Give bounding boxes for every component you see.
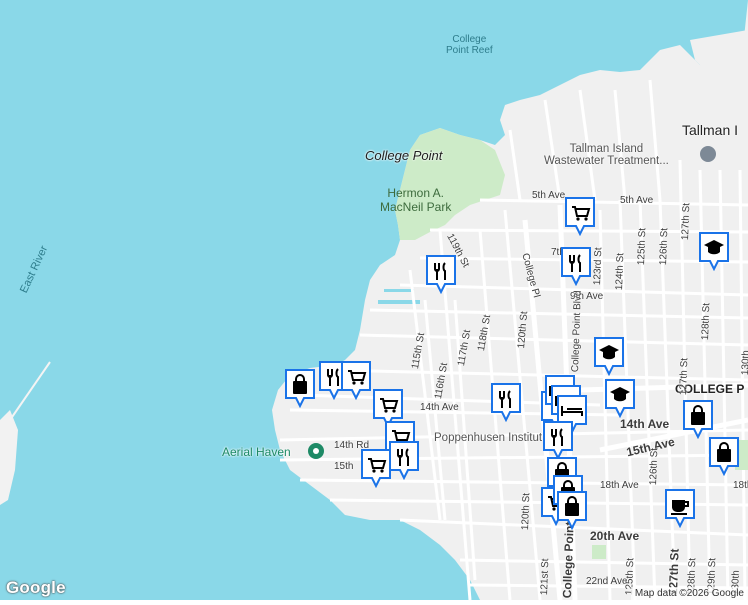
map-marker-school-icon[interactable] bbox=[593, 336, 625, 376]
street-label: 20th Ave bbox=[590, 529, 640, 543]
poppenhusen-label: Poppenhusen Institut bbox=[434, 432, 543, 444]
aerial-haven-label: Aerial Haven bbox=[222, 445, 291, 459]
street-label: College Point bbox=[560, 521, 577, 599]
wastewater-poi-icon[interactable] bbox=[700, 146, 716, 162]
cart-icon bbox=[361, 449, 391, 488]
school-icon bbox=[605, 379, 635, 418]
street-label: 5th Ave bbox=[620, 195, 654, 206]
map-marker-restaurant-icon[interactable] bbox=[490, 382, 522, 422]
school-icon bbox=[594, 337, 624, 376]
street-label: 125th St bbox=[636, 227, 649, 266]
restaurant-icon bbox=[426, 255, 456, 294]
map-marker-school-icon[interactable] bbox=[698, 231, 730, 271]
map-canvas[interactable] bbox=[0, 0, 748, 601]
coffee-icon bbox=[665, 489, 695, 528]
street-label: 124th St bbox=[614, 252, 627, 291]
college-point-label: College Point bbox=[365, 148, 443, 163]
map-marker-restaurant-icon[interactable] bbox=[388, 440, 420, 480]
map-marker-cart-icon[interactable] bbox=[360, 448, 392, 488]
google-logo[interactable]: Google bbox=[6, 578, 66, 598]
map-marker-bag-icon[interactable] bbox=[284, 368, 316, 408]
map-marker-restaurant-icon[interactable] bbox=[560, 246, 592, 286]
bag-icon bbox=[709, 437, 739, 476]
wastewater-label: Tallman Island Wastewater Treatment... bbox=[544, 143, 669, 167]
street-label: 22nd Ave bbox=[586, 576, 628, 587]
map-marker-coffee-icon[interactable] bbox=[664, 488, 696, 528]
inlet bbox=[384, 289, 414, 292]
bag-icon bbox=[557, 491, 587, 530]
street-label: 126th St bbox=[658, 227, 671, 266]
map-marker-bag-icon[interactable] bbox=[682, 399, 714, 439]
map-marker-cart-icon[interactable] bbox=[564, 196, 596, 236]
map-marker-restaurant-icon[interactable] bbox=[425, 254, 457, 294]
school-icon bbox=[699, 232, 729, 271]
college-point-reef-label: College Point Reef bbox=[446, 34, 493, 56]
park-area bbox=[592, 545, 606, 559]
street-label: 128th St bbox=[700, 302, 713, 341]
restaurant-icon bbox=[389, 441, 419, 480]
street-label: 18th Ave bbox=[600, 480, 639, 491]
cart-icon bbox=[565, 197, 595, 236]
hermon-park-label: Hermon A. MacNeil Park bbox=[380, 186, 452, 214]
map-base-layer bbox=[0, 0, 748, 601]
street-label: 123rd St bbox=[592, 247, 605, 286]
map-marker-bag-icon[interactable] bbox=[556, 490, 588, 530]
bag-icon bbox=[285, 369, 315, 408]
street-label: 18th Ave bbox=[733, 480, 748, 491]
restaurant-icon bbox=[543, 421, 573, 460]
restaurant-icon bbox=[561, 247, 591, 286]
map-marker-cart-icon[interactable] bbox=[340, 360, 372, 400]
street-label: 5th Ave bbox=[532, 190, 566, 201]
street-label: 14th Ave bbox=[620, 417, 670, 431]
map-attribution[interactable]: Map data ©2026 Google bbox=[630, 587, 748, 600]
map-marker-bag-icon[interactable] bbox=[708, 436, 740, 476]
street-label: 127th St bbox=[678, 357, 691, 396]
cart-icon bbox=[341, 361, 371, 400]
street-label: 127th St bbox=[680, 202, 693, 241]
street-label: 130th bbox=[740, 349, 748, 376]
street-label: 121st St bbox=[539, 558, 552, 596]
bag-icon bbox=[683, 400, 713, 439]
map-marker-restaurant-icon[interactable] bbox=[542, 420, 574, 460]
tallman-label: Tallman I bbox=[682, 122, 739, 138]
street-label: 14th Ave bbox=[420, 402, 459, 413]
park-pin-icon[interactable] bbox=[308, 443, 324, 459]
restaurant-icon bbox=[491, 383, 521, 422]
street-label: 15th bbox=[334, 461, 354, 472]
street-label: 126th St bbox=[648, 447, 661, 486]
street-label: 120th St bbox=[520, 492, 533, 531]
map-marker-school-icon[interactable] bbox=[604, 378, 636, 418]
